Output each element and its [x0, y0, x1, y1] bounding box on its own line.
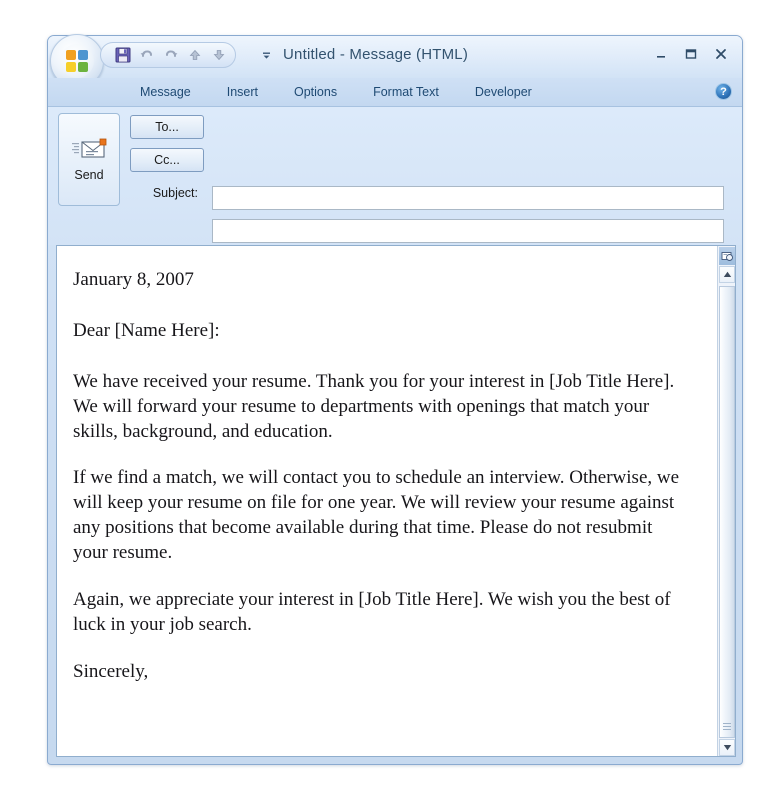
ribbon-tab-list: Message Insert Options Format Text Devel…: [122, 78, 550, 106]
message-header: Send To... Cc... Subject:: [48, 107, 742, 276]
ribbon-tab-bar: Message Insert Options Format Text Devel…: [48, 78, 742, 107]
scrollbar-thumb-grip: [723, 723, 731, 730]
close-button[interactable]: [706, 43, 736, 65]
select-browse-object-icon[interactable]: [719, 247, 735, 265]
body-paragraph-2: If we find a match, we will contact you …: [73, 467, 680, 563]
quick-access-toolbar-dropdown[interactable]: [257, 46, 275, 64]
subject-row: Subject:: [130, 181, 204, 205]
save-icon[interactable]: [112, 45, 134, 65]
body-date: January 8, 2007: [73, 269, 194, 290]
next-item-icon[interactable]: [208, 45, 230, 65]
maximize-button[interactable]: [676, 43, 706, 65]
tab-options[interactable]: Options: [276, 78, 355, 106]
orb-square-yellow: [66, 62, 76, 72]
office-orb-icon: [60, 44, 94, 78]
to-button[interactable]: To...: [130, 115, 204, 139]
scroll-up-button[interactable]: [719, 266, 735, 283]
redo-icon[interactable]: [160, 45, 182, 65]
outlook-message-window: Untitled - Message (HTML) Message Insert…: [47, 34, 743, 765]
minimize-button[interactable]: [646, 43, 676, 65]
send-envelope-icon: [71, 138, 107, 164]
window-controls: [646, 43, 736, 65]
body-closing: Sincerely,: [73, 660, 149, 682]
send-button-label: Send: [74, 167, 104, 182]
tab-format-text[interactable]: Format Text: [355, 78, 457, 106]
body-salutation: Dear [Name Here]:: [73, 319, 220, 341]
orb-square-blue: [78, 50, 88, 60]
quick-access-toolbar: [100, 42, 236, 68]
send-button[interactable]: Send: [58, 113, 120, 206]
orb-square-orange: [66, 50, 76, 60]
body-paragraph-3: Again, we appreciate your interest in [J…: [73, 588, 671, 635]
window-title: Untitled - Message (HTML): [283, 46, 469, 63]
undo-icon[interactable]: [136, 45, 158, 65]
tab-insert[interactable]: Insert: [209, 78, 276, 106]
to-input[interactable]: [212, 186, 724, 210]
cc-input[interactable]: [212, 219, 724, 243]
tab-developer[interactable]: Developer: [457, 78, 550, 106]
subject-label: Subject:: [152, 186, 198, 200]
scrollbar-thumb[interactable]: [719, 286, 735, 738]
body-paragraph-1: We have received your resume. Thank you …: [73, 370, 675, 442]
help-icon[interactable]: ?: [715, 83, 732, 100]
to-row: To...: [130, 115, 204, 139]
message-body-area[interactable]: January 8, 2007 Dear [Name Here]: We hav…: [56, 245, 736, 757]
scroll-down-button[interactable]: [719, 739, 735, 756]
cc-row: Cc...: [130, 148, 204, 172]
vertical-scrollbar[interactable]: [717, 246, 735, 756]
previous-item-icon[interactable]: [184, 45, 206, 65]
title-bar: Untitled - Message (HTML): [48, 34, 742, 88]
cc-button[interactable]: Cc...: [130, 148, 204, 172]
message-body-text[interactable]: January 8, 2007 Dear [Name Here]: We hav…: [57, 246, 702, 756]
orb-square-green: [78, 62, 88, 72]
tab-message[interactable]: Message: [122, 78, 209, 106]
